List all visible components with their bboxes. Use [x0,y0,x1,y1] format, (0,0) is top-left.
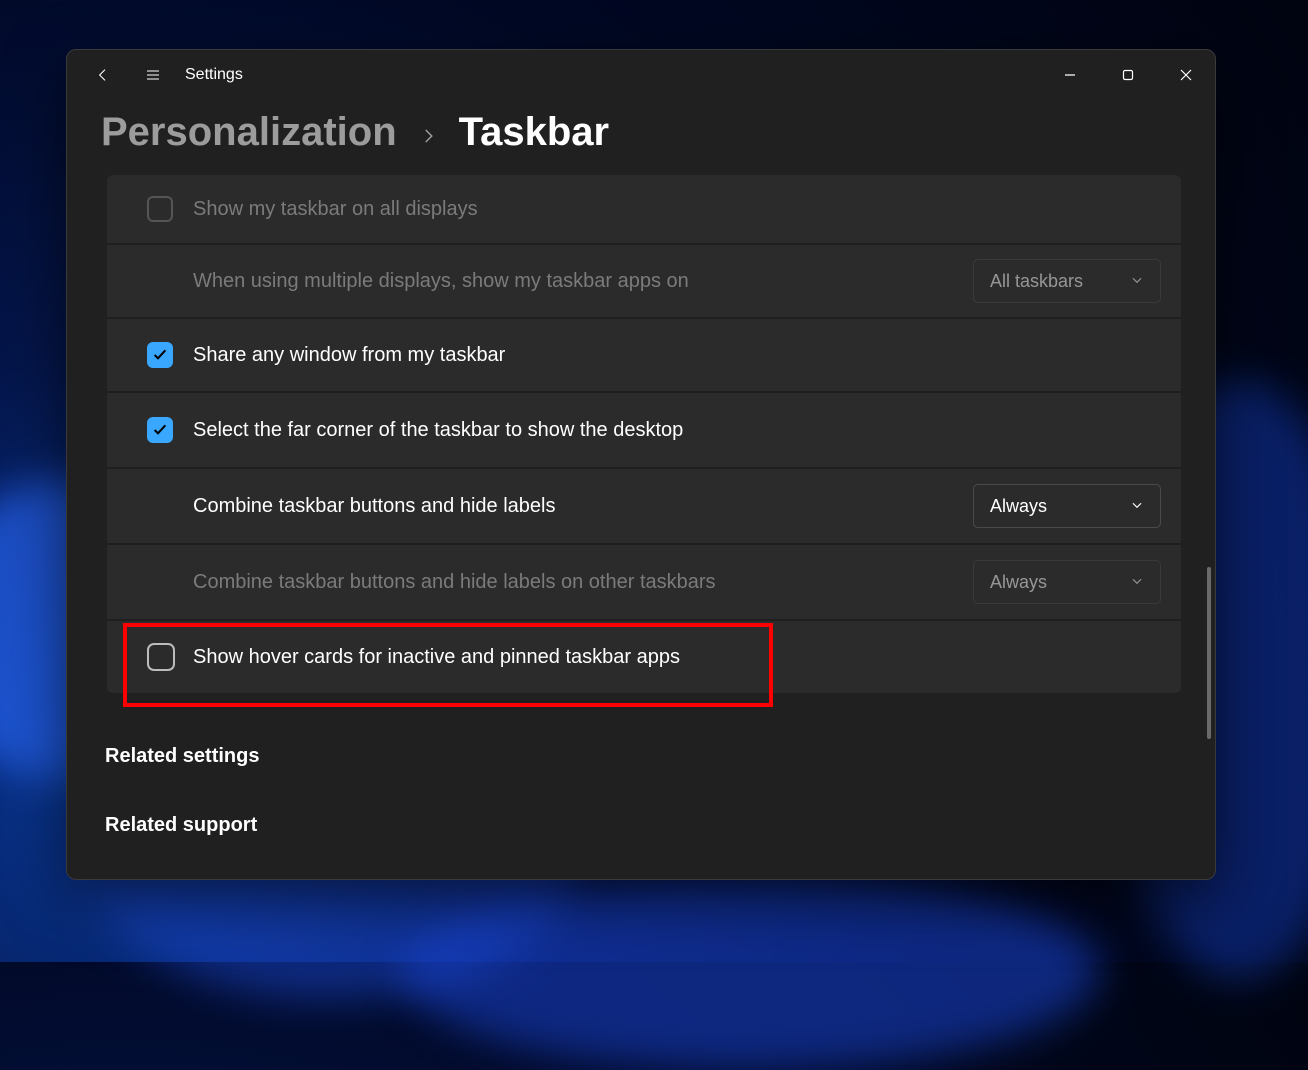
window-controls [1041,50,1215,100]
checkbox-share-window[interactable] [147,342,173,368]
heading-related-support: Related support [105,814,1181,837]
chevron-down-icon [1130,496,1144,517]
wallpaper-bloom [400,870,1100,1070]
minimize-button[interactable] [1041,50,1099,100]
row-hover-cards[interactable]: Show hover cards for inactive and pinned… [107,619,1181,693]
settings-content: Show my taskbar on all displays When usi… [67,175,1215,854]
chevron-down-icon [1130,572,1144,593]
taskbar-behaviors-list: Show my taskbar on all displays When usi… [107,175,1181,693]
label-combine: Combine taskbar buttons and hide labels [193,495,973,518]
row-combine-other: Combine taskbar buttons and hide labels … [107,543,1181,619]
row-far-corner[interactable]: Select the far corner of the taskbar to … [107,391,1181,467]
label-share-window: Share any window from my taskbar [193,344,1161,367]
dropdown-combine-other[interactable]: Always [973,560,1161,604]
breadcrumb-parent[interactable]: Personalization [101,110,397,155]
chevron-down-icon [1130,271,1144,292]
row-share-window[interactable]: Share any window from my taskbar [107,317,1181,391]
back-button[interactable] [81,55,125,95]
label-far-corner: Select the far corner of the taskbar to … [193,419,1161,442]
app-title: Settings [185,66,243,84]
row-show-all-displays[interactable]: Show my taskbar on all displays [107,175,1181,243]
checkbox-far-corner[interactable] [147,417,173,443]
checkbox-hover-cards[interactable] [147,643,175,671]
label-show-all-displays: Show my taskbar on all displays [193,198,1161,221]
dropdown-multi-display-apps[interactable]: All taskbars [973,259,1161,303]
dropdown-value: All taskbars [990,271,1083,292]
breadcrumb-current: Taskbar [459,110,609,155]
maximize-button[interactable] [1099,50,1157,100]
settings-window: Settings Personalization Taskbar Show my… [66,49,1216,880]
hamburger-menu-button[interactable] [131,55,175,95]
label-combine-other: Combine taskbar buttons and hide labels … [193,571,973,594]
titlebar: Settings [67,50,1215,100]
close-button[interactable] [1157,50,1215,100]
row-combine: Combine taskbar buttons and hide labels … [107,467,1181,543]
dropdown-value: Always [990,572,1047,593]
scrollbar-thumb[interactable] [1207,567,1211,739]
label-hover-cards: Show hover cards for inactive and pinned… [193,646,1161,669]
dropdown-value: Always [990,496,1047,517]
dropdown-combine[interactable]: Always [973,484,1161,528]
chevron-right-icon [419,121,437,152]
row-multi-display-apps: When using multiple displays, show my ta… [107,243,1181,317]
breadcrumb: Personalization Taskbar [67,100,1215,175]
heading-related-settings: Related settings [105,745,1181,768]
checkbox-show-all-displays[interactable] [147,196,173,222]
label-multi-display-apps: When using multiple displays, show my ta… [193,270,973,293]
